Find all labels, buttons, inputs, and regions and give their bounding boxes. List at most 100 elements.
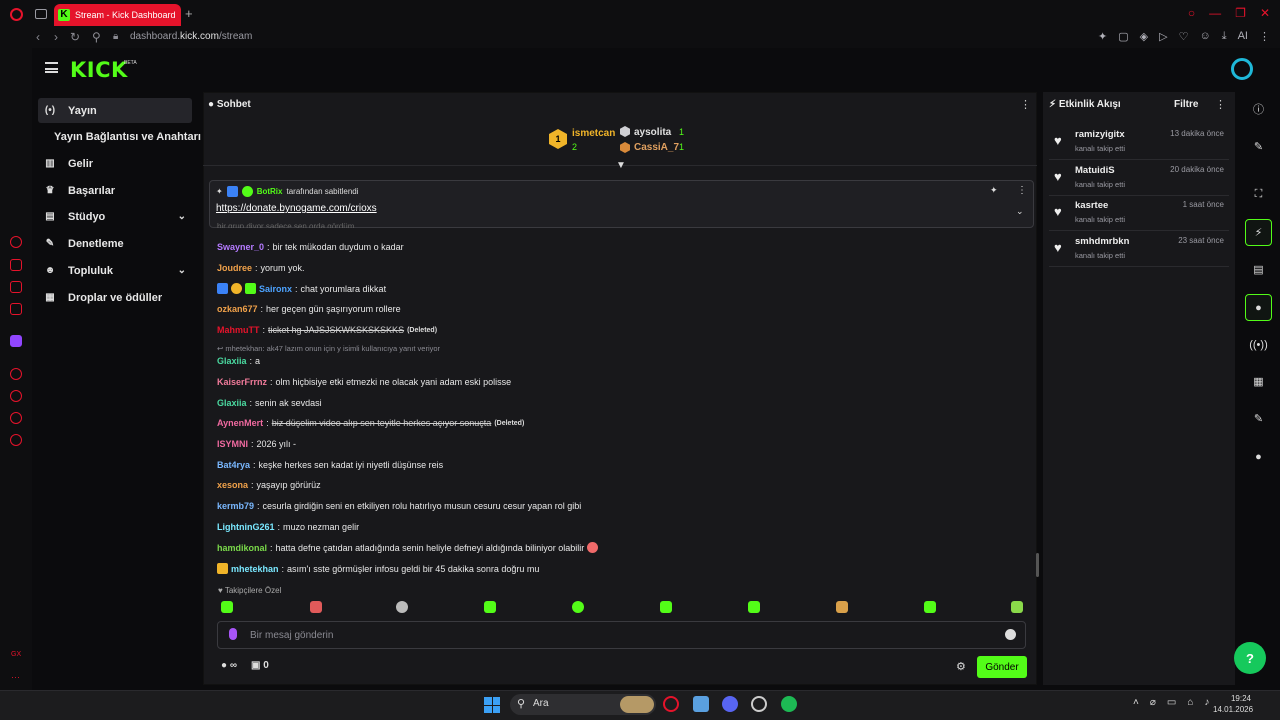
- chat-username[interactable]: MahmuTT: [217, 325, 260, 335]
- chat-username[interactable]: xesona: [217, 480, 248, 490]
- chat-username[interactable]: hamdikonal: [217, 543, 267, 553]
- layout-icon[interactable]: ▦: [1245, 368, 1272, 395]
- minimize-icon[interactable]: —: [1209, 6, 1221, 20]
- activity-username[interactable]: ramizyigitx: [1075, 129, 1125, 140]
- chat-username[interactable]: KaiserFrrnz: [217, 377, 267, 387]
- taskbar-date[interactable]: 14.01.2026: [1213, 705, 1253, 714]
- emote-icon[interactable]: [660, 601, 672, 613]
- spotify-taskbar-icon[interactable]: [781, 696, 797, 712]
- emote-icon[interactable]: [572, 601, 584, 613]
- profile-icon[interactable]: ☺: [1199, 30, 1210, 43]
- chat-scrollbar[interactable]: [1036, 553, 1039, 577]
- tab-active[interactable]: K Stream - Kick Dashboard: [54, 4, 181, 26]
- nav-item-denetleme[interactable]: ✎ Denetleme: [38, 231, 192, 256]
- nav-item-yayin[interactable]: (•) Yayın: [38, 98, 192, 123]
- ai-button[interactable]: AI: [1238, 30, 1248, 43]
- sidebar-settings-icon[interactable]: [10, 434, 22, 446]
- activity-event[interactable]: ♥ MatuidiS kanalı takip etti 20 dakika ö…: [1049, 162, 1229, 196]
- info-icon[interactable]: ⓘ: [1245, 95, 1272, 122]
- chat-username[interactable]: AynenMert: [217, 418, 263, 428]
- sidebar-gx-label[interactable]: GX: [11, 651, 21, 658]
- chat-username[interactable]: kermb79: [217, 501, 254, 511]
- edit-icon[interactable]: ✎: [1245, 133, 1272, 160]
- maximize-icon[interactable]: ❐: [1235, 6, 1246, 20]
- microphone-icon[interactable]: ⌀: [1150, 697, 1156, 708]
- activity-event[interactable]: ♥ kasrtee kanalı takip etti 1 saat önce: [1049, 197, 1229, 231]
- sidebar-app-icon[interactable]: [10, 303, 22, 315]
- nav-item-topluluk[interactable]: ☻ Topluluk ⌄: [38, 258, 192, 283]
- chevron-down-icon[interactable]: ⌄: [1016, 206, 1024, 217]
- play-icon[interactable]: ▷: [1159, 30, 1167, 43]
- broadcast-icon[interactable]: ((•)): [1245, 331, 1272, 358]
- chat-username[interactable]: mhetekhan: [231, 564, 279, 574]
- chevron-down-icon[interactable]: ⌄: [178, 211, 186, 222]
- chat-username[interactable]: Bat4rya: [217, 460, 250, 470]
- store-button[interactable]: ▣ 0: [251, 660, 269, 671]
- sidebar-twitch-icon[interactable]: [10, 335, 22, 347]
- chat-menu-icon[interactable]: ⋮: [1020, 98, 1031, 111]
- points-button[interactable]: ● ∞: [221, 660, 237, 671]
- sidebar-bag-icon[interactable]: [10, 259, 22, 271]
- opera-taskbar-icon[interactable]: [663, 696, 679, 712]
- activity-event[interactable]: ♥ ramizyigitx kanalı takip etti 13 dakik…: [1049, 126, 1229, 160]
- shield-icon[interactable]: ◈: [1140, 30, 1148, 43]
- wrench-icon[interactable]: ✎: [1245, 405, 1272, 432]
- emote-icon[interactable]: [396, 601, 408, 613]
- lock-icon[interactable]: 🔒︎: [113, 31, 118, 42]
- activity-username[interactable]: smhdmrbkn: [1075, 236, 1129, 247]
- new-tab-button[interactable]: +: [185, 6, 193, 21]
- chat-username[interactable]: LightninG261: [217, 522, 275, 532]
- emote-icon[interactable]: [221, 601, 233, 613]
- community-icon[interactable]: ●: [1245, 443, 1272, 470]
- chevron-down-icon[interactable]: ⌄: [178, 265, 186, 276]
- snapshot-icon[interactable]: ▢: [1118, 30, 1128, 43]
- chat-settings-icon[interactable]: ⚙: [956, 660, 966, 673]
- forward-icon[interactable]: ›: [54, 30, 58, 44]
- discord-taskbar-icon[interactable]: [722, 696, 738, 712]
- pin-icon[interactable]: ✦: [1098, 30, 1107, 43]
- sidebar-extensions-icon[interactable]: [10, 412, 22, 424]
- chevron-up-icon[interactable]: ˄: [1133, 697, 1139, 708]
- hamburger-menu-icon[interactable]: [45, 62, 58, 73]
- nav-item-stream-key[interactable]: Yayın Bağlantısı ve Anahtarı: [54, 131, 201, 143]
- taskbar-time[interactable]: 19:24: [1213, 694, 1251, 703]
- collapse-leaderboard-icon[interactable]: ▼: [616, 160, 626, 171]
- chat-username[interactable]: ISYMNI: [217, 439, 248, 449]
- menu-icon[interactable]: ⋮: [1259, 30, 1270, 43]
- kick-logo[interactable]: KICK: [70, 58, 128, 82]
- activity-event[interactable]: ♥ smhdmrbkn kanalı takip etti 23 saat ön…: [1049, 233, 1229, 267]
- volume-icon[interactable]: ♪: [1204, 697, 1209, 708]
- download-icon[interactable]: ⤓: [1222, 30, 1227, 43]
- nav-item-studyo[interactable]: ▤ Stüdyo ⌄: [38, 204, 192, 229]
- fullscreen-icon[interactable]: ⛶: [1245, 181, 1272, 208]
- nav-item-basarilar[interactable]: ♛ Başarılar: [38, 178, 192, 203]
- tab-switcher-icon[interactable]: [35, 9, 47, 19]
- opera-logo-icon[interactable]: [10, 8, 23, 21]
- chat-username[interactable]: Joudree: [217, 263, 252, 273]
- address-input[interactable]: dashboard.kick.com/stream: [130, 31, 252, 42]
- unpin-icon[interactable]: ✦: [990, 185, 998, 196]
- sidebar-tv-icon[interactable]: [10, 281, 22, 293]
- nav-item-droplar[interactable]: ▦ Droplar ve ödüller: [38, 285, 192, 310]
- close-icon[interactable]: ✕: [1260, 6, 1270, 20]
- app-taskbar-icon[interactable]: [693, 696, 709, 712]
- activity-filter-button[interactable]: Filtre: [1174, 99, 1198, 110]
- sidebar-more-icon[interactable]: ···: [11, 672, 20, 682]
- emote-icon[interactable]: [484, 601, 496, 613]
- pinned-author[interactable]: BotRix: [257, 187, 283, 196]
- chat-username[interactable]: Saironx: [259, 284, 292, 294]
- sidebar-history-icon[interactable]: [10, 390, 22, 402]
- heart-icon[interactable]: ♡: [1179, 30, 1189, 43]
- reload-icon[interactable]: ↻: [70, 30, 80, 44]
- chat-username[interactable]: ozkan677: [217, 304, 258, 314]
- send-button[interactable]: Gönder: [977, 656, 1027, 678]
- chat-message-input[interactable]: [217, 621, 1026, 649]
- chat-username[interactable]: Swayner_0: [217, 242, 264, 252]
- emote-icon[interactable]: [924, 601, 936, 613]
- leaderboard-first-name[interactable]: ismetcan: [572, 128, 615, 139]
- notes-icon[interactable]: ▤: [1245, 256, 1272, 283]
- sidebar-player-icon[interactable]: [10, 368, 22, 380]
- leaderboard-third-name[interactable]: CassiA_7: [634, 142, 679, 153]
- network-icon[interactable]: ⌂: [1187, 697, 1193, 708]
- leaderboard-second-name[interactable]: aysolita: [634, 127, 671, 138]
